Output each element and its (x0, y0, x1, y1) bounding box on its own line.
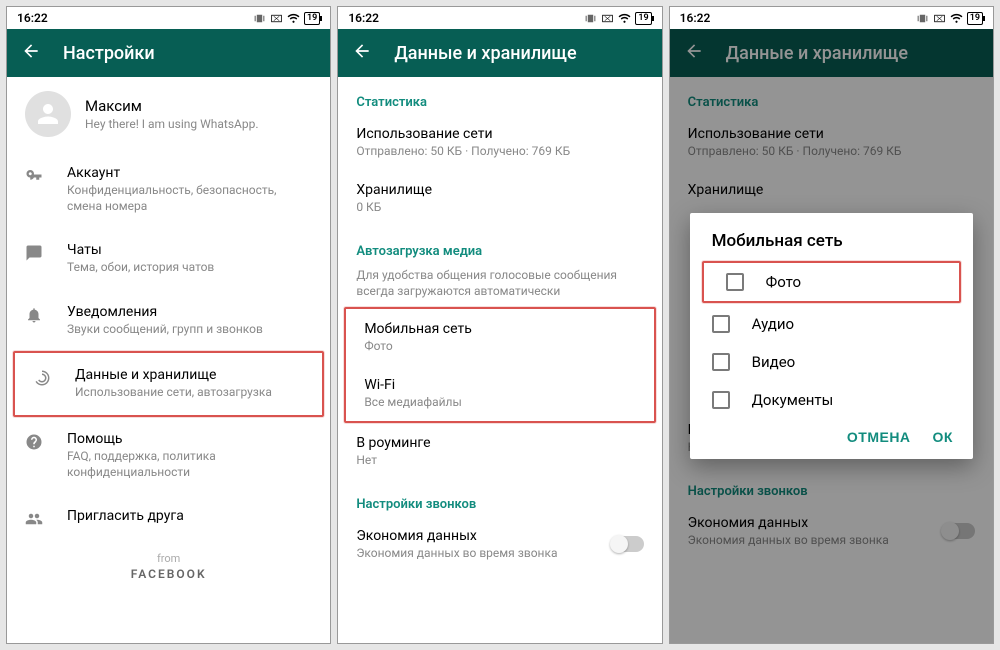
data-usage-icon (33, 369, 51, 387)
status-time: 16:22 (680, 11, 916, 25)
dialog-title: Мобильная сеть (690, 231, 973, 259)
item-subtitle: Звуки сообщений, групп и звонков (67, 322, 263, 338)
section-autoload-desc: Для удобства общения голосовые сообщения… (338, 263, 661, 307)
battery-box-icon (270, 12, 283, 25)
settings-item-data-storage[interactable]: Данные и хранилище Использование сети, а… (13, 351, 324, 417)
vibrate-icon (584, 12, 597, 25)
item-title: Уведомления (67, 304, 263, 320)
cancel-button[interactable]: ОТМЕНА (847, 429, 911, 445)
page-title: Данные и хранилище (394, 43, 576, 64)
dialog-option-photo[interactable]: Фото (702, 261, 961, 303)
item-subtitle: FAQ, поддержка, политика конфиденциально… (67, 449, 312, 480)
item-title: Пригласить друга (67, 508, 184, 524)
profile-row[interactable]: Максим Hey there! I am using WhatsApp. (7, 77, 330, 151)
phone-screen-2: 16:22 19 Данные и хранилище Статистика И… (337, 6, 662, 644)
checkbox-icon[interactable] (712, 353, 730, 371)
page-title: Настройки (63, 43, 155, 64)
battery-box-icon (601, 12, 614, 25)
app-bar: Настройки (7, 29, 330, 77)
battery-box-icon (933, 12, 946, 25)
phone-screen-1: 16:22 19 Настройки Максим Hey there! I a… (6, 6, 331, 644)
settings-item-invite[interactable]: Пригласить друга (7, 494, 330, 542)
network-usage-item[interactable]: Использование сети Отправлено: 50 КБ · П… (338, 114, 661, 170)
data-storage-list: Статистика Использование сети Отправлено… (338, 77, 661, 643)
battery-icon: 19 (304, 12, 320, 25)
status-icons: 19 (253, 12, 320, 25)
footer-brand: FACEBOOK (7, 567, 330, 581)
wifi-icon (950, 12, 963, 25)
checkbox-icon[interactable] (712, 315, 730, 333)
status-bar: 16:22 19 (7, 7, 330, 29)
avatar (25, 91, 71, 137)
item-subtitle: Конфиденциальность, безопасность, смена … (67, 183, 312, 214)
item-title: Чаты (67, 242, 214, 258)
people-icon (25, 510, 43, 528)
settings-item-notifications[interactable]: Уведомления Звуки сообщений, групп и зво… (7, 290, 330, 352)
key-icon (25, 167, 43, 185)
roaming-item[interactable]: В роуминге Нет (338, 423, 661, 479)
item-subtitle: Тема, обои, история чатов (67, 260, 214, 276)
mobile-network-item[interactable]: Мобильная сеть Фото (346, 309, 653, 365)
status-icons: 19 (916, 12, 983, 25)
status-icons: 19 (584, 12, 651, 25)
data-saver-item[interactable]: Экономия данных Экономия данных во время… (338, 516, 661, 572)
storage-item[interactable]: Хранилище 0 КБ (338, 170, 661, 226)
checkbox-icon[interactable] (712, 391, 730, 409)
back-button[interactable] (21, 41, 41, 65)
section-calls-label: Настройки звонков (338, 479, 661, 516)
checkbox-icon[interactable] (726, 273, 744, 291)
item-subtitle: Использование сети, автозагрузка (75, 385, 272, 401)
status-time: 16:22 (348, 11, 584, 25)
ok-button[interactable]: ОК (933, 429, 953, 445)
wifi-icon (287, 12, 300, 25)
dialog-option-audio[interactable]: Аудио (690, 305, 973, 343)
dialog-option-documents[interactable]: Документы (690, 381, 973, 419)
profile-status: Hey there! I am using WhatsApp. (85, 117, 259, 131)
item-title: Данные и хранилище (75, 367, 272, 383)
settings-list: Максим Hey there! I am using WhatsApp. А… (7, 77, 330, 643)
battery-icon: 19 (635, 12, 651, 25)
item-title: Помощь (67, 431, 312, 447)
wifi-item[interactable]: Wi-Fi Все медиафайлы (346, 365, 653, 421)
vibrate-icon (253, 12, 266, 25)
wifi-icon (618, 12, 631, 25)
vibrate-icon (916, 12, 929, 25)
bell-icon (25, 306, 43, 324)
section-autoload-label: Автозагрузка медиа (338, 226, 661, 263)
footer: from FACEBOOK (7, 542, 330, 595)
status-bar: 16:22 19 (338, 7, 661, 29)
back-button[interactable] (352, 41, 372, 65)
profile-name: Максим (85, 97, 259, 115)
section-stats-label: Статистика (338, 77, 661, 114)
status-bar: 16:22 19 (670, 7, 993, 29)
mobile-network-dialog: Мобильная сеть Фото Аудио Видео Документ… (690, 213, 973, 459)
item-title: Аккаунт (67, 165, 312, 181)
footer-from: from (7, 552, 330, 565)
data-saver-toggle[interactable] (612, 536, 644, 552)
dialog-option-video[interactable]: Видео (690, 343, 973, 381)
phone-screen-3: 16:22 19 Данные и хранилище Статистика И… (669, 6, 994, 644)
settings-item-chats[interactable]: Чаты Тема, обои, история чатов (7, 228, 330, 290)
app-bar: Данные и хранилище (338, 29, 661, 77)
help-icon (25, 433, 43, 451)
settings-item-account[interactable]: Аккаунт Конфиденциальность, безопасность… (7, 151, 330, 228)
chat-icon (25, 244, 43, 262)
status-time: 16:22 (17, 11, 253, 25)
settings-item-help[interactable]: Помощь FAQ, поддержка, политика конфиден… (7, 417, 330, 494)
battery-icon: 19 (967, 12, 983, 25)
